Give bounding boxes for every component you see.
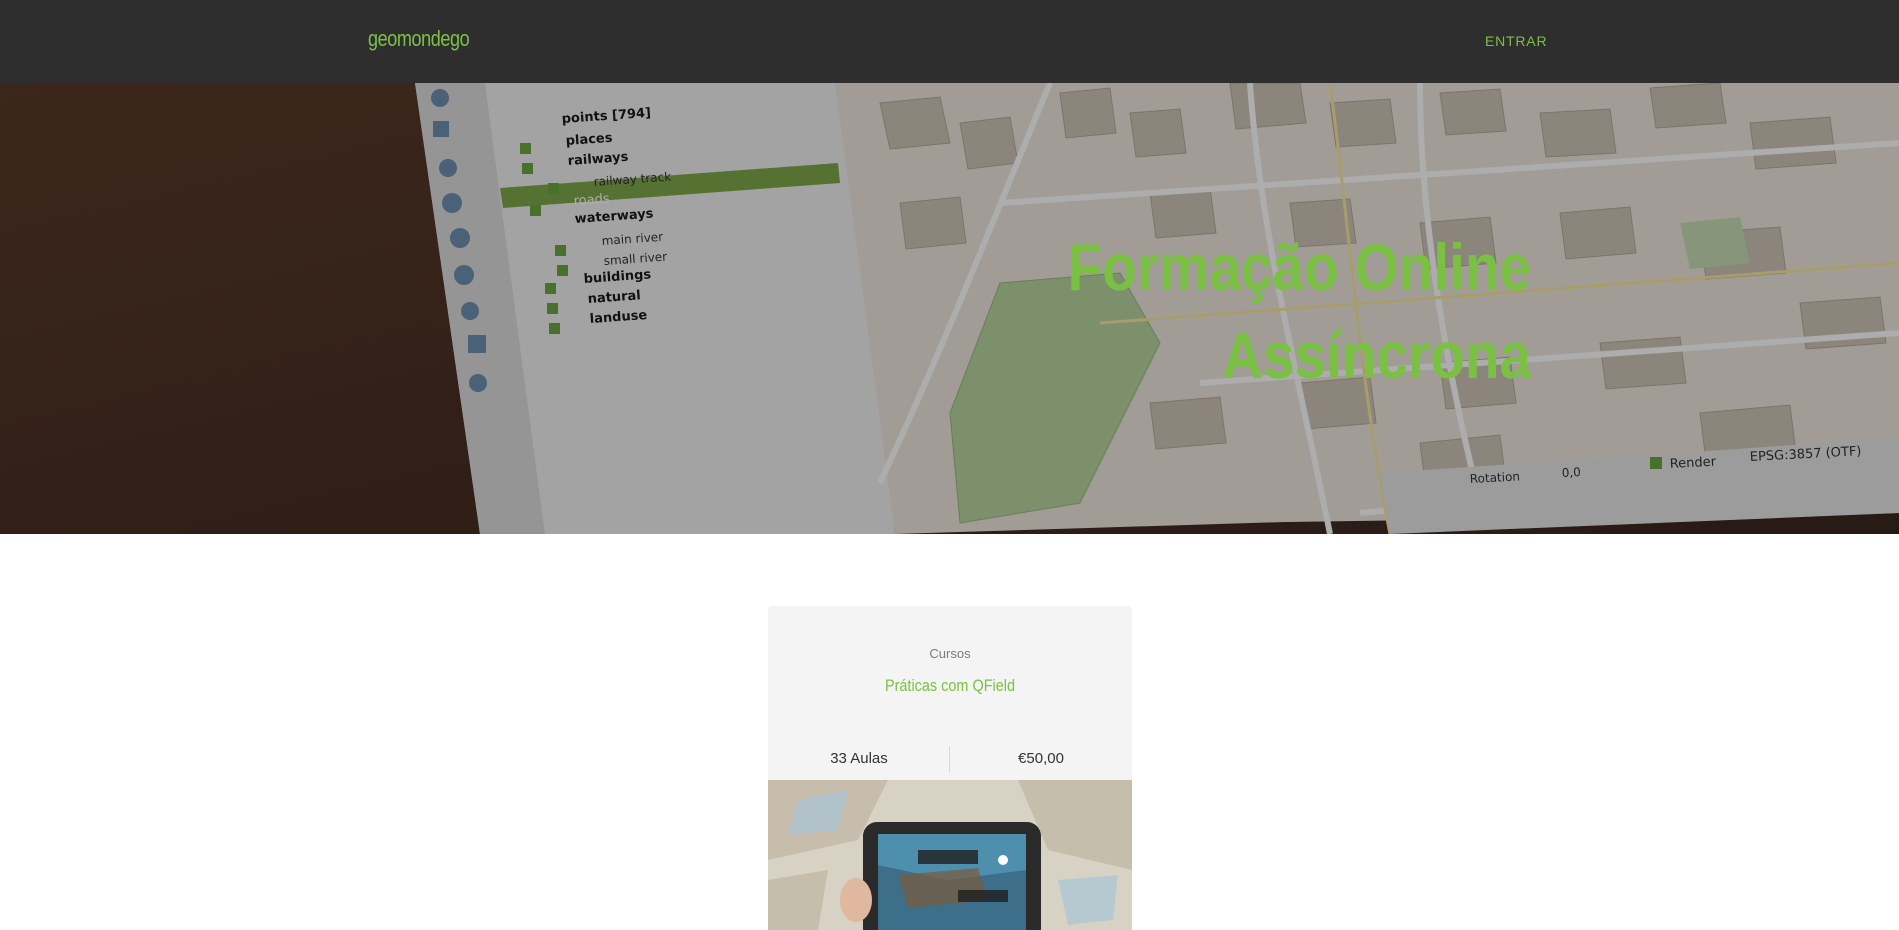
course-title-link[interactable]: Práticas com QField — [795, 676, 1104, 696]
hero-banner: points [794] places railways waterways b… — [0, 83, 1899, 534]
hero-title-line-1: Formação Online — [1067, 230, 1531, 304]
course-meta: 33 Aulas €50,00 — [768, 746, 1132, 772]
hero-title: Formação Online Assíncrona — [1067, 223, 1531, 399]
course-thumbnail-image[interactable] — [768, 780, 1132, 930]
course-lessons-count: 33 Aulas — [830, 750, 888, 767]
hero-title-line-2: Assíncrona — [1221, 318, 1531, 392]
brand-logo-link[interactable]: geomondego — [368, 26, 470, 52]
course-price: €50,00 — [1018, 750, 1064, 767]
course-card[interactable]: Cursos Práticas com QField 33 Aulas €50,… — [768, 606, 1132, 930]
top-navbar: geomondego ENTRAR — [0, 0, 1899, 83]
login-link[interactable]: ENTRAR — [1485, 33, 1547, 49]
hero-dark-overlay — [0, 83, 1899, 534]
course-category: Cursos — [929, 646, 971, 661]
